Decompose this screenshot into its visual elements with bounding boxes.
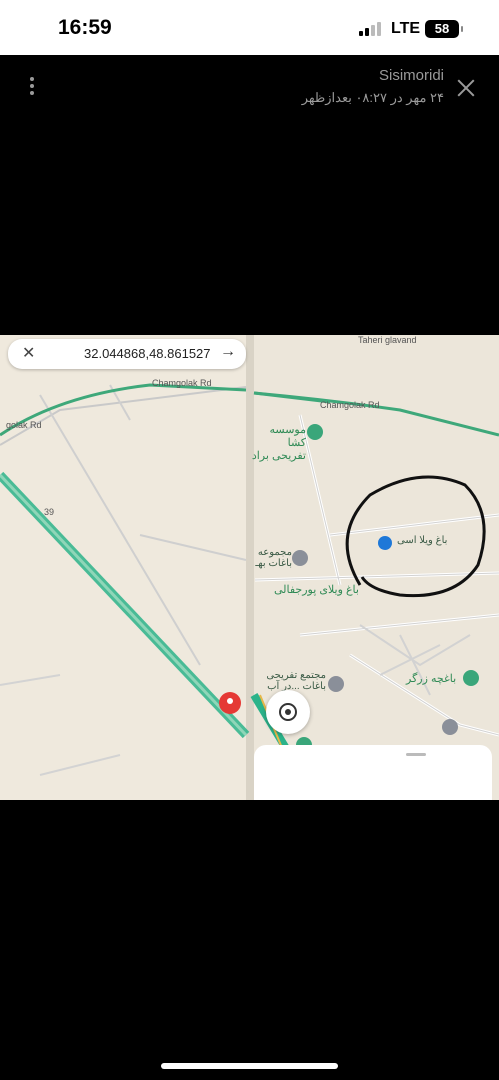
- road-label-golak: golak Rd: [6, 420, 42, 430]
- coords-text: 32.044868,48.861527: [84, 346, 211, 361]
- close-icon[interactable]: ✕: [22, 343, 35, 363]
- place-label-bagh-villa: باغ ویلا اسی: [397, 535, 448, 546]
- network-label: LTE: [391, 20, 421, 37]
- home-indicator[interactable]: [161, 1063, 338, 1069]
- map-photo: Chamgolak Rd golak Rd 39 Taheri glavand …: [0, 335, 499, 800]
- road-label-chamgolak-right: Chamgolak Rd: [320, 400, 380, 410]
- place-label-1: موسسه کشا تفریحی براد: [251, 424, 306, 462]
- clock: 16:59: [58, 16, 112, 39]
- signal-icon: [359, 22, 383, 36]
- close-icon[interactable]: [457, 79, 475, 97]
- highway-shield: 39: [44, 507, 55, 517]
- place-label-5: مجتمع تفریحی باغات ...در آب: [266, 670, 326, 692]
- my-location-button[interactable]: [266, 690, 310, 734]
- coords-search-bar[interactable]: ✕ 32.044868,48.861527 →: [8, 339, 246, 369]
- viewer-header: Sisimoridi ۲۴ مهر در ۰۸:۲۷ بعدازظهر: [0, 55, 499, 115]
- road-label-chamgolak-left: Chamgolak Rd: [152, 378, 212, 388]
- place-label-taheri: Taheri glavand: [358, 335, 417, 345]
- more-options-icon[interactable]: [28, 77, 38, 99]
- arrow-right-icon[interactable]: →: [220, 343, 236, 361]
- status-bar: 16:59 LTE 58: [0, 0, 499, 55]
- place-label-6: باغچه زرگر: [406, 673, 457, 685]
- battery-icon: 58: [425, 20, 463, 38]
- sender-name: Sisimoridi: [378, 67, 444, 84]
- place-label-3: مجموعه باغات بهـ: [255, 547, 292, 569]
- sent-time: ۲۴ مهر در ۰۸:۲۷ بعدازظهر: [301, 90, 444, 105]
- place-label-4: باغ ویلای پورجفالی: [274, 584, 359, 596]
- bottom-sheet[interactable]: [254, 745, 492, 800]
- sheet-handle[interactable]: [406, 753, 426, 756]
